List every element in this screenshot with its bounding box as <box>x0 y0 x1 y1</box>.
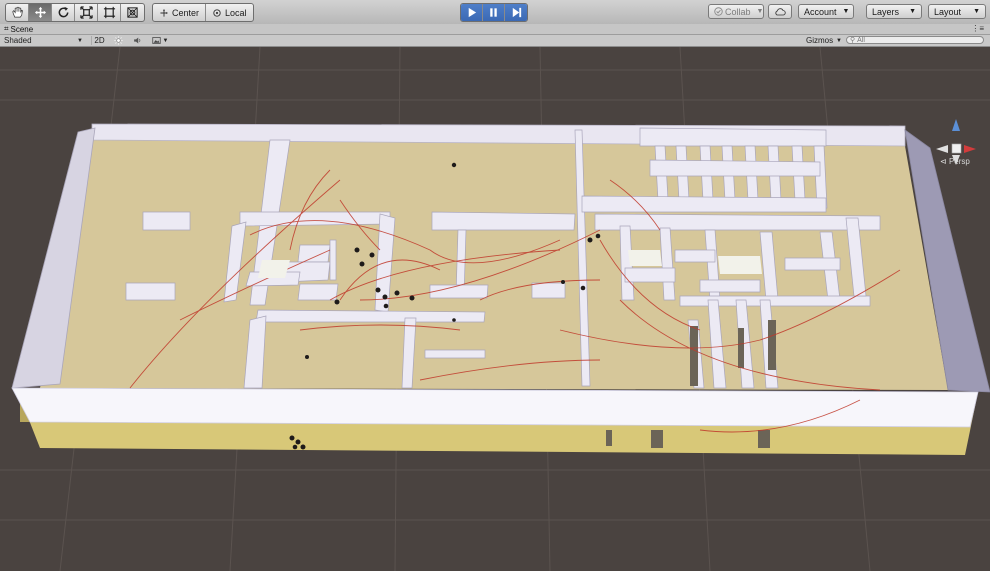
toggle-2d-label: 2D <box>94 36 105 45</box>
chevron-down-icon: ▼ <box>836 37 842 44</box>
collab-label: Collab <box>725 6 751 17</box>
scene-render <box>0 47 990 571</box>
account-dropdown[interactable]: Account ▼ <box>798 4 854 19</box>
atrium-right <box>718 256 762 274</box>
play-button[interactable] <box>461 4 483 21</box>
pivot-icon <box>160 8 168 17</box>
toggle-2d-button[interactable]: 2D <box>91 36 107 45</box>
projection-label: Persp <box>948 157 970 166</box>
pause-button[interactable] <box>483 4 505 21</box>
account-label: Account <box>804 6 837 17</box>
search-placeholder: All <box>857 36 865 44</box>
pivot-space-button[interactable]: Local <box>206 4 253 21</box>
gizmo-center-cube[interactable] <box>951 143 962 154</box>
gizmos-label: Gizmos <box>806 36 834 45</box>
scene-search-input[interactable]: ⚲ All <box>846 36 984 44</box>
rect-tool-button[interactable] <box>98 4 121 21</box>
rotate-icon <box>58 6 68 18</box>
gizmos-dropdown[interactable]: Gizmos ▼ <box>806 36 842 45</box>
shading-mode-dropdown[interactable]: Shaded ▼ <box>4 36 86 45</box>
cloud-icon <box>775 7 786 15</box>
layout-label: Layout <box>934 6 962 17</box>
scene-control-bar: Shaded ▼ 2D ▼ Gizmos ▼ ⚲ All <box>0 35 990 47</box>
scale-icon <box>79 6 93 19</box>
rotate-tool-button[interactable] <box>52 4 75 21</box>
hand-tool-button[interactable] <box>6 4 29 21</box>
tab-scene[interactable]: ⌗ Scene <box>4 24 33 34</box>
main-toolbar: Center Local Collab ▼ Account ▼ Layers ▼… <box>0 0 990 25</box>
chevron-down-icon: ▼ <box>162 37 169 44</box>
chevron-down-icon: ▼ <box>77 37 83 44</box>
layout-dropdown[interactable]: Layout ▼ <box>928 4 986 19</box>
transform-tool-button[interactable] <box>121 4 144 21</box>
space-icon <box>213 8 221 17</box>
transform-icon <box>127 7 138 18</box>
atrium-mid <box>628 250 662 266</box>
step-button[interactable] <box>505 4 527 21</box>
move-tool-button[interactable] <box>29 4 52 21</box>
layers-dropdown[interactable]: Layers ▼ <box>866 4 922 19</box>
pivot-center-label: Center <box>172 7 200 18</box>
effects-dropdown[interactable]: ▼ <box>150 36 170 45</box>
scene-tab-bar: ⌗ Scene ⋮≡ <box>0 24 990 35</box>
chevron-down-icon: ▼ <box>756 8 764 15</box>
pivot-center-button[interactable]: Center <box>153 4 207 21</box>
chevron-down-icon: ▼ <box>909 8 916 15</box>
audio-toggle[interactable] <box>130 36 144 45</box>
play-icon <box>468 7 477 18</box>
move-icon <box>34 6 46 19</box>
layers-label: Layers <box>872 6 900 17</box>
chevron-down-icon: ▼ <box>973 8 980 15</box>
collab-dropdown[interactable]: Collab ▼ <box>708 4 764 19</box>
transform-tools <box>5 3 145 22</box>
cloud-button[interactable] <box>768 4 792 19</box>
step-icon <box>512 7 521 18</box>
rect-icon <box>103 6 115 19</box>
pivot-space-label: Local <box>225 7 247 18</box>
hand-icon <box>11 6 23 18</box>
pivot-toggles: Center Local <box>152 3 254 22</box>
atrium-left <box>258 260 290 278</box>
scene-viewport[interactable]: ⊲ Persp <box>0 47 990 571</box>
projection-toggle[interactable]: ⊲ Persp <box>940 157 970 166</box>
image-icon <box>151 37 161 44</box>
tab-menu-icon[interactable]: ⋮≡ <box>971 24 984 33</box>
lighting-toggle[interactable] <box>111 36 125 45</box>
speaker-icon <box>133 37 140 44</box>
gizmo-x-arrow[interactable] <box>964 145 976 153</box>
shading-mode-label: Shaded <box>4 36 32 45</box>
scene-tab-icon: ⌗ <box>4 24 9 33</box>
persp-icon: ⊲ <box>940 157 947 166</box>
playback-controls <box>460 3 528 22</box>
chevron-down-icon: ▼ <box>842 8 850 15</box>
scale-tool-button[interactable] <box>75 4 98 21</box>
search-icon: ⚲ <box>850 37 856 44</box>
wall-south <box>11 387 979 428</box>
sun-icon <box>113 36 123 45</box>
scene-tab-label: Scene <box>10 24 34 34</box>
check-circle-icon <box>714 7 723 16</box>
gizmo-x-neg-arrow[interactable] <box>936 145 948 153</box>
pause-icon <box>490 8 497 17</box>
gizmo-y-arrow[interactable] <box>952 119 960 131</box>
